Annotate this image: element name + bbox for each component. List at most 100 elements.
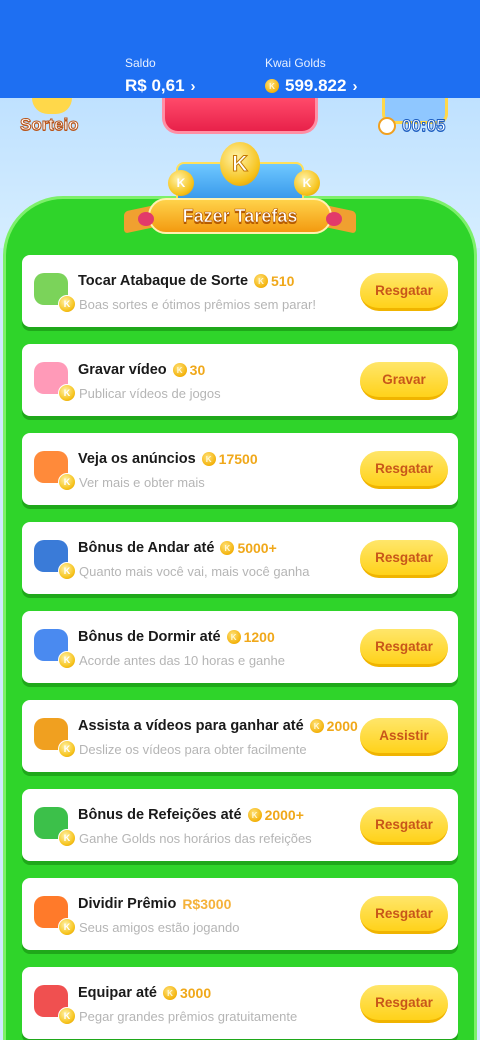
task-reward: K 2000+	[247, 807, 304, 823]
saldo-value: R$ 0,61	[125, 76, 185, 95]
task-reward: R$3000	[182, 896, 231, 912]
bird-icon	[138, 212, 154, 226]
gold-coin-icon: K	[172, 363, 187, 377]
task-action-button[interactable]: Assistir	[360, 718, 448, 756]
task-card: K Gravar vídeo K 30 Publicar vídeos de jogos…	[22, 344, 458, 416]
task-reward-value: 5000+	[237, 540, 277, 556]
task-reward: K 1200	[226, 629, 275, 645]
golds-balance[interactable]: Kwai Golds K 599.822 ›	[265, 56, 357, 96]
task-card: K Equipar até K 3000 Pegar grandes prêmios g…	[22, 967, 458, 1039]
task-title-text: Bônus de Refeições até	[78, 807, 242, 823]
camera-icon: K	[30, 356, 76, 402]
task-reward: K 2000	[309, 718, 358, 734]
task-title-text: Bônus de Dormir até	[78, 629, 221, 645]
task-title-text: Bônus de Andar até	[78, 540, 215, 556]
saldo-label: Saldo	[125, 56, 156, 70]
task-reward-value: 1200	[243, 629, 275, 645]
task-card: K Bônus de Andar até K 5000+ Quanto mais voc…	[22, 522, 458, 594]
drum-icon: K	[30, 267, 76, 313]
task-action-button[interactable]: Gravar	[360, 362, 448, 400]
coin-icon: K	[294, 170, 320, 196]
task-title-text: Tocar Atabaque de Sorte	[78, 273, 249, 289]
gold-coin-icon: K	[226, 630, 241, 644]
video-camera-icon: K	[30, 712, 76, 758]
gold-coin-icon: K	[265, 79, 279, 93]
task-title-text: Assista a vídeos para ganhar até	[78, 718, 304, 734]
top-header: Saldo R$ 0,61 › Kwai Golds K 599.822 ›	[0, 0, 480, 98]
timer-widget[interactable]: 00:05	[378, 98, 458, 140]
task-description: Quanto mais você vai, mais você ganha	[79, 564, 310, 579]
task-card: K Veja os anúncios K 17500 Ver mais e obter …	[22, 433, 458, 505]
task-title: Tocar Atabaque de Sorte K 510	[78, 273, 294, 289]
chevron-right-icon[interactable]: ›	[352, 78, 357, 95]
gold-coin-icon: K	[247, 808, 262, 822]
task-reward-value: 2000+	[264, 807, 304, 823]
tv-icon: K	[30, 445, 76, 491]
task-description: Pegar grandes prêmios gratuitamente	[79, 1009, 298, 1024]
task-description: Publicar vídeos de jogos	[79, 386, 221, 401]
task-action-button[interactable]: Resgatar	[360, 273, 448, 311]
task-reward-value: 30	[189, 362, 206, 378]
task-action-button[interactable]: Resgatar	[360, 896, 448, 934]
gold-coin-icon: K	[309, 719, 324, 733]
task-reward: K 17500	[201, 451, 258, 467]
walker-icon: K	[30, 534, 76, 580]
task-reward-value: 3000	[179, 985, 212, 1001]
task-reward-value: 2000	[326, 718, 358, 734]
gift-icon: K	[30, 890, 76, 936]
task-card: K Tocar Atabaque de Sorte K 510 Boas sortes …	[22, 255, 458, 327]
task-reward: K 510	[254, 273, 294, 289]
bird-icon	[326, 212, 342, 226]
task-action-button[interactable]: Resgatar	[360, 540, 448, 578]
golds-label: Kwai Golds	[265, 56, 326, 70]
big-coin-icon: K	[220, 142, 260, 186]
boxing-gloves-icon: K	[30, 979, 76, 1025]
task-title-text: Equipar até	[78, 985, 157, 1001]
task-title: Assista a vídeos para ganhar até K 2000	[78, 718, 358, 734]
task-reward-value: R$3000	[182, 896, 232, 912]
task-title: Bônus de Andar até K 5000+	[78, 540, 277, 556]
saldo-balance[interactable]: Saldo R$ 0,61 ›	[125, 56, 196, 96]
timer-value: 00:05	[401, 116, 446, 136]
task-action-button[interactable]: Resgatar	[360, 451, 448, 489]
red-banner-button[interactable]	[162, 98, 318, 134]
task-description: Ver mais e obter mais	[79, 475, 205, 490]
sorteio-icon	[32, 98, 72, 114]
task-description: Boas sortes e ótimos prêmios sem parar!	[79, 297, 316, 312]
task-title: Veja os anúncios K 17500	[78, 451, 258, 467]
task-title-text: Veja os anúncios	[78, 451, 196, 467]
task-reward: K 3000	[162, 985, 212, 1001]
gold-coin-icon: K	[220, 541, 235, 555]
task-title-text: Dividir Prêmio	[78, 896, 177, 912]
chevron-right-icon[interactable]: ›	[191, 78, 196, 95]
task-title-text: Gravar vídeo	[78, 362, 167, 378]
task-action-button[interactable]: Resgatar	[360, 629, 448, 667]
gold-coin-icon: K	[162, 986, 177, 1000]
task-description: Acorde antes das 10 horas e ganhe	[79, 653, 285, 668]
gold-coin-icon: K	[201, 452, 216, 466]
golds-value: 599.822	[285, 76, 347, 95]
task-title: Bônus de Refeições até K 2000+	[78, 807, 304, 823]
task-description: Deslize os vídeos para obter facilmente	[79, 742, 307, 757]
sleep-icon: K	[30, 623, 76, 669]
task-action-button[interactable]: Resgatar	[360, 807, 448, 845]
coin-icon: K	[168, 170, 194, 196]
sorteio-button[interactable]: Sorteio	[20, 98, 90, 138]
task-title: Bônus de Dormir até K 1200	[78, 629, 275, 645]
calendar-icon: K	[30, 801, 76, 847]
task-card: K Assista a vídeos para ganhar até K 2000 De…	[22, 700, 458, 772]
task-description: Seus amigos estão jogando	[79, 920, 240, 935]
task-description: Ganhe Golds nos horários das refeições	[79, 831, 312, 846]
task-card: K Bônus de Refeições até K 2000+ Ganhe Golds…	[22, 789, 458, 861]
task-title: Dividir Prêmio R$3000	[78, 896, 231, 912]
task-reward-value: 17500	[218, 451, 258, 467]
task-title: Gravar vídeo K 30	[78, 362, 205, 378]
gold-coin-icon: K	[254, 274, 269, 288]
task-action-button[interactable]: Resgatar	[360, 985, 448, 1023]
task-reward: K 5000+	[220, 540, 277, 556]
task-reward-value: 510	[271, 273, 295, 289]
task-card: K Dividir Prêmio R$3000 Seus amigos estão j…	[22, 878, 458, 950]
task-title: Equipar até K 3000	[78, 985, 211, 1001]
clock-icon	[378, 117, 396, 135]
banner-title: Fazer Tarefas	[148, 198, 332, 234]
